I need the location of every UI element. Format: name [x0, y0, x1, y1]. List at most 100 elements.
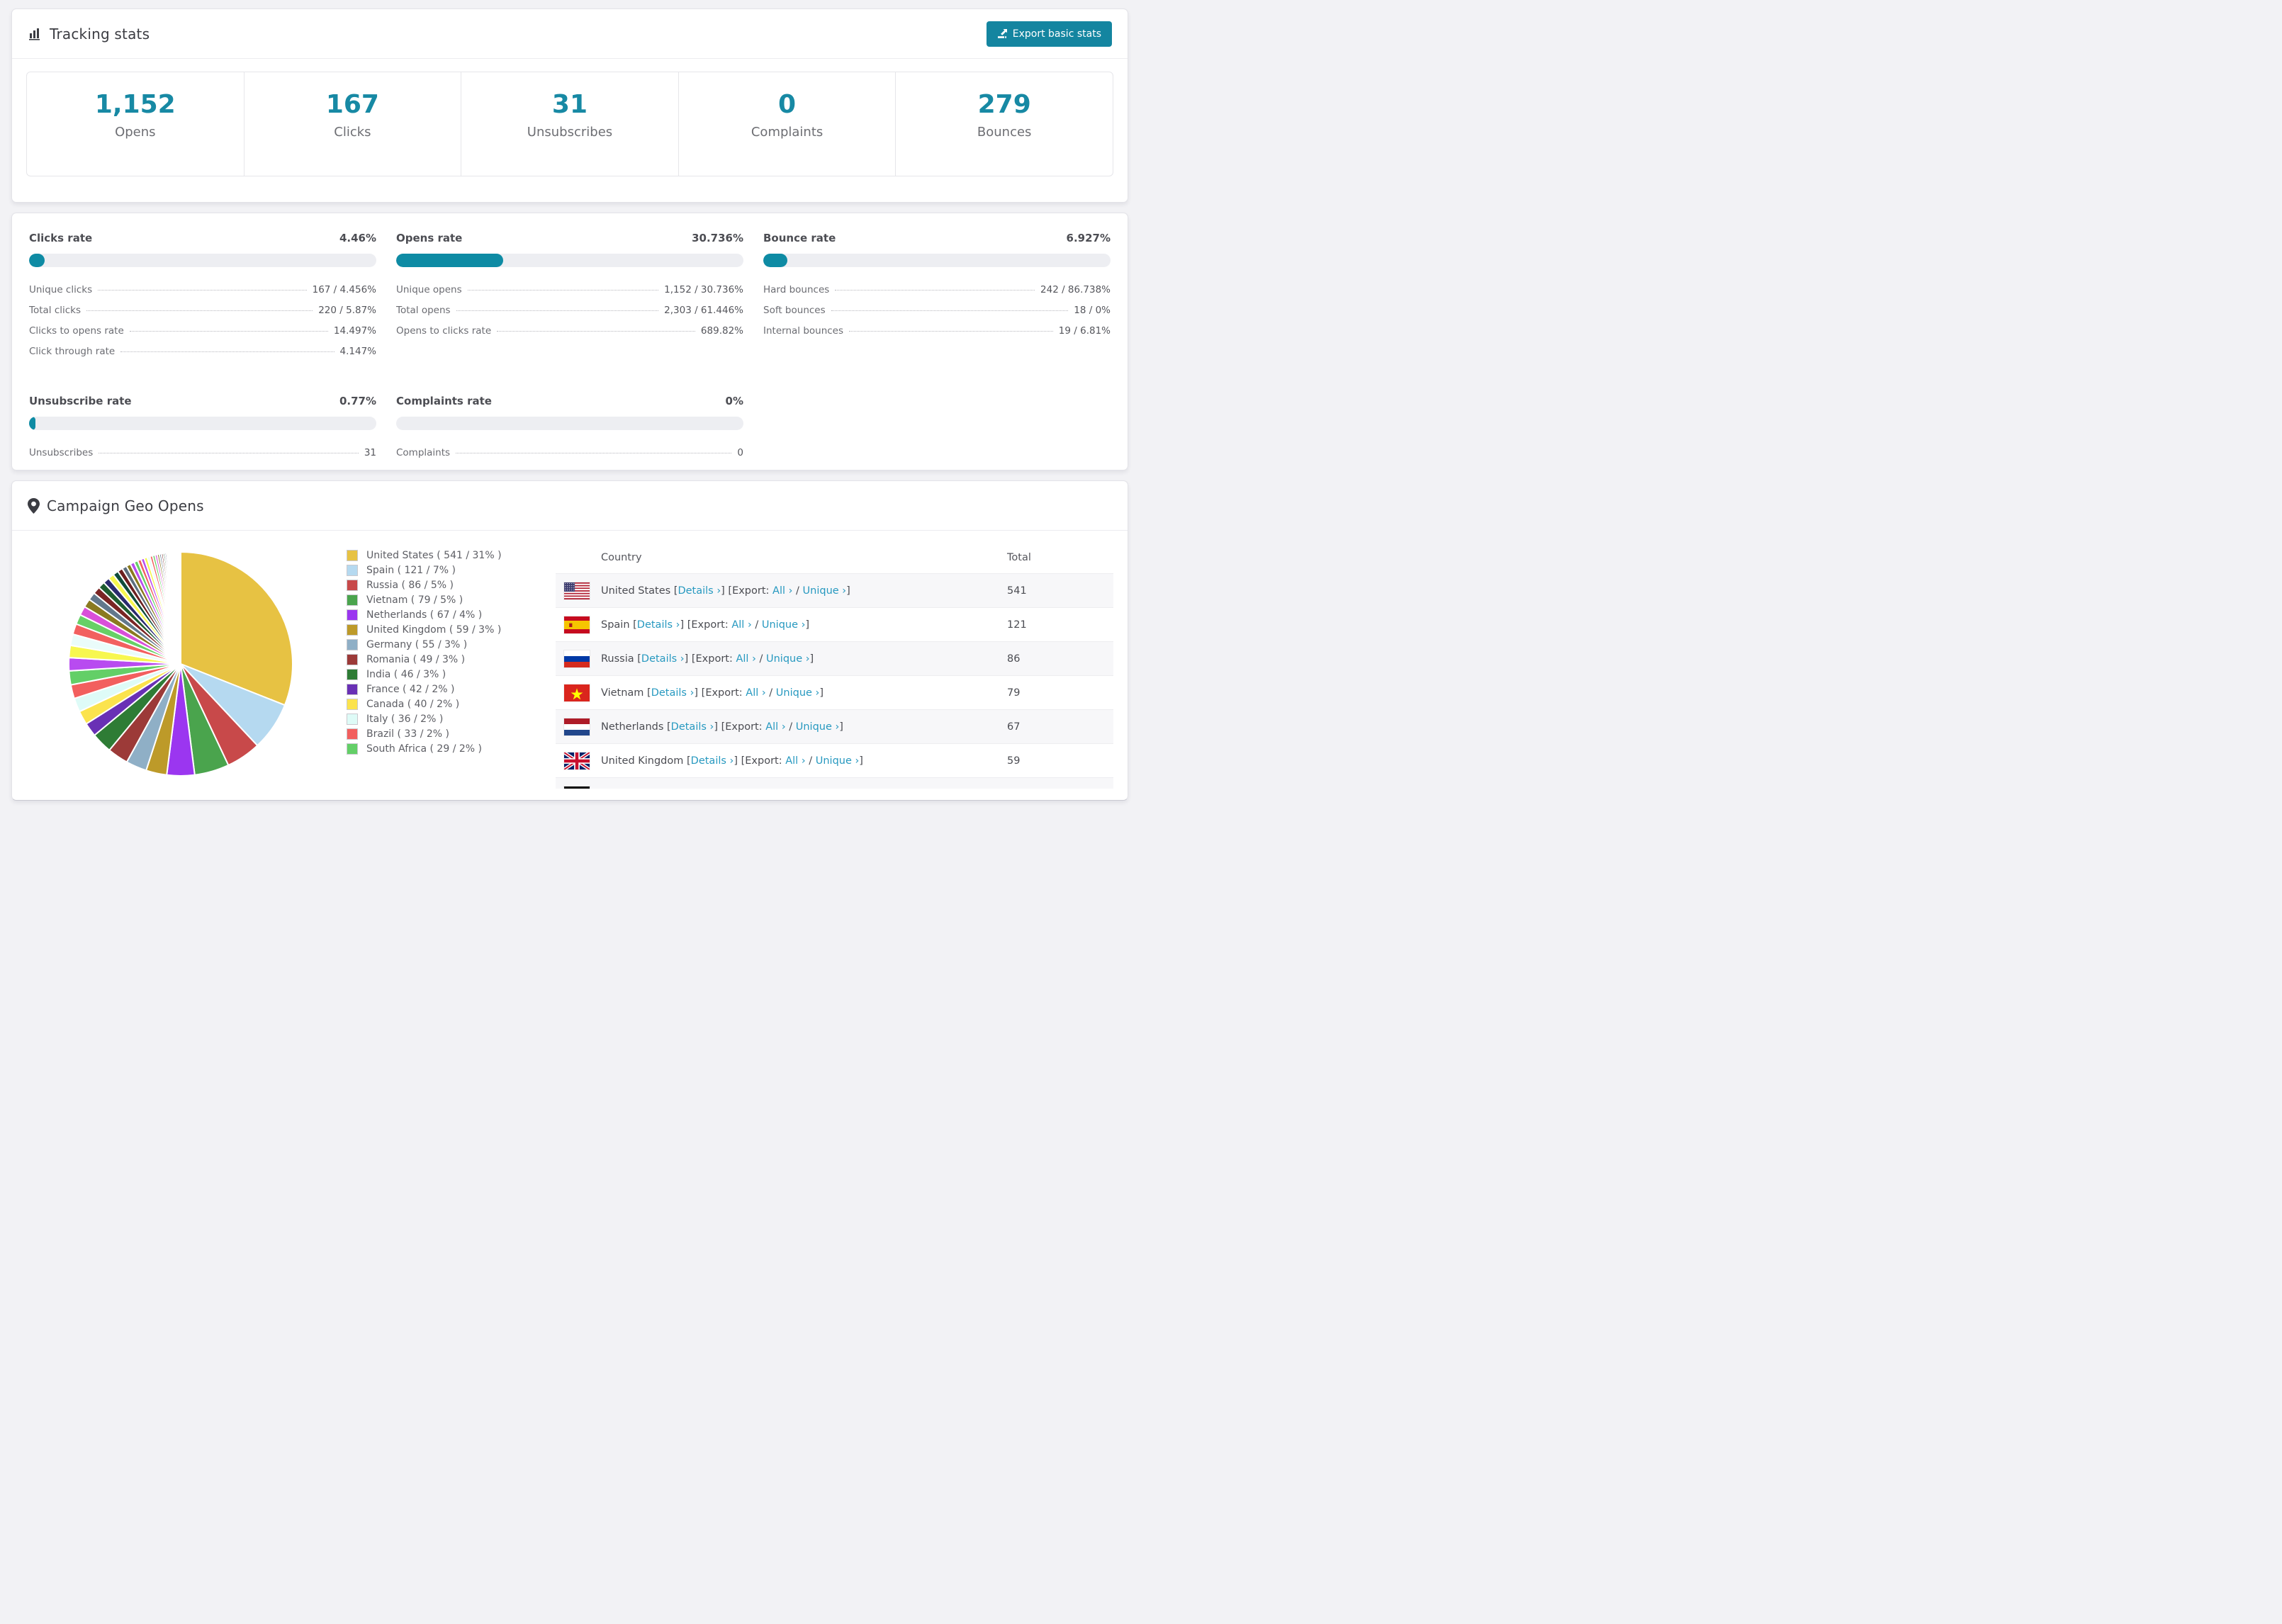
- dotted-leader: [831, 310, 1069, 311]
- legend-swatch: [347, 609, 358, 621]
- tracking-stats-header: Tracking stats Export basic stats: [12, 9, 1128, 59]
- legend-item-france: France ( 42 / 2% ): [347, 682, 527, 697]
- geo-opens-pie-chart: [68, 551, 293, 777]
- dotted-leader: [129, 331, 328, 332]
- summary-label: Bounces: [977, 124, 1032, 140]
- rate-row: Complaints 0: [396, 447, 743, 458]
- export-all-link[interactable]: All ›: [731, 619, 751, 631]
- export-all-link[interactable]: All ›: [785, 755, 805, 767]
- total-cell: 59: [1007, 755, 1021, 767]
- rate-title: Complaints rate: [396, 395, 492, 407]
- export-basic-stats-button[interactable]: Export basic stats: [986, 21, 1112, 47]
- legend-item-vietnam: Vietnam ( 79 / 5% ): [347, 592, 527, 607]
- legend-label: Germany ( 55 / 3% ): [366, 638, 468, 650]
- rate-block-bounce-rate: Bounce rate 6.927% Hard bounces 242 / 86…: [763, 232, 1111, 366]
- legend-label: India ( 46 / 3% ): [366, 668, 446, 680]
- details-link[interactable]: Details ›: [651, 687, 695, 699]
- rate-value: 4.46%: [339, 232, 376, 244]
- details-link[interactable]: Details ›: [641, 653, 685, 665]
- summary-stat-unsubscribes: 31 Unsubscribes: [461, 72, 679, 176]
- rate-row: Click through rate 4.147%: [29, 346, 376, 357]
- export-all-link[interactable]: All ›: [736, 653, 755, 665]
- details-link[interactable]: Details ›: [637, 619, 680, 631]
- dotted-leader: [98, 290, 307, 291]
- legend-item-netherlands: Netherlands ( 67 / 4% ): [347, 607, 527, 622]
- export-unique-link[interactable]: Unique ›: [776, 687, 820, 699]
- export-unique-link[interactable]: Unique ›: [762, 619, 806, 631]
- rate-value: 30.736%: [692, 232, 743, 244]
- rate-block-unsubscribe-rate: Unsubscribe rate 0.77% Unsubscribes 31: [29, 395, 376, 468]
- summary-stat-clicks: 167 Clicks: [244, 72, 462, 176]
- legend-item-south-africa: South Africa ( 29 / 2% ): [347, 741, 527, 756]
- rate-row: Total clicks 220 / 5.87%: [29, 305, 376, 316]
- export-all-link[interactable]: All ›: [765, 721, 785, 733]
- rate-block-opens-rate: Opens rate 30.736% Unique opens 1,152 / …: [396, 232, 743, 366]
- legend-item-russia: Russia ( 86 / 5% ): [347, 577, 527, 592]
- details-link[interactable]: Details ›: [678, 585, 721, 597]
- legend-swatch: [347, 638, 358, 650]
- rate-value: 0%: [725, 395, 743, 407]
- campaign-geo-opens-header: Campaign Geo Opens: [12, 481, 1128, 531]
- total-column-header: Total: [1007, 552, 1031, 563]
- country-cell: United Kingdom [Details ›] [Export: All …: [601, 755, 863, 767]
- legend-swatch: [347, 549, 358, 561]
- legend-item-united-kingdom: United Kingdom ( 59 / 3% ): [347, 622, 527, 637]
- legend-label: Brazil ( 33 / 2% ): [366, 728, 449, 740]
- country-column-header: Country: [601, 552, 642, 563]
- country-cell: United States [Details ›] [Export: All ›…: [601, 585, 850, 597]
- summary-value: 0: [778, 90, 797, 119]
- rate-block-clicks-rate: Clicks rate 4.46% Unique clicks 167 / 4.…: [29, 232, 376, 366]
- details-link[interactable]: Details ›: [691, 755, 734, 767]
- rate-row: Soft bounces 18 / 0%: [763, 305, 1111, 316]
- flag-icon-us: [564, 582, 590, 599]
- legend-swatch: [347, 624, 358, 636]
- rate-title: Clicks rate: [29, 232, 93, 244]
- rate-row: Clicks to opens rate 14.497%: [29, 325, 376, 337]
- legend-label: United Kingdom ( 59 / 3% ): [366, 624, 502, 636]
- export-all-link[interactable]: All ›: [772, 585, 792, 597]
- legend-label: Italy ( 36 / 2% ): [366, 713, 444, 725]
- legend-item-romania: Romania ( 49 / 3% ): [347, 652, 527, 667]
- country-cell: Russia [Details ›] [Export: All › / Uniq…: [601, 653, 814, 665]
- legend-item-india: India ( 46 / 3% ): [347, 667, 527, 682]
- rate-row: Hard bounces 242 / 86.738%: [763, 284, 1111, 295]
- export-unique-link[interactable]: Unique ›: [816, 755, 860, 767]
- export-all-link[interactable]: All ›: [746, 687, 765, 699]
- export-icon: [997, 28, 1008, 39]
- tracking-stats-title: Tracking stats: [50, 25, 150, 43]
- geo-opens-table: Country Total United States [Details ›] …: [556, 542, 1113, 789]
- export-unique-link[interactable]: Unique ›: [803, 585, 847, 597]
- flag-icon-ru: [564, 650, 590, 667]
- rate-row: Unsubscribes 31: [29, 447, 376, 458]
- details-link[interactable]: Details ›: [671, 721, 714, 733]
- geo-table-row-de: Germany [Details ›] [Export: All › / Uni…: [556, 777, 1113, 789]
- flag-icon-vn: [564, 684, 590, 701]
- rate-title: Opens rate: [396, 232, 463, 244]
- summary-stat-bounces: 279 Bounces: [896, 72, 1113, 176]
- total-cell: 67: [1007, 721, 1021, 733]
- legend-label: France ( 42 / 2% ): [366, 683, 455, 695]
- rate-row: Unique opens 1,152 / 30.736%: [396, 284, 743, 295]
- rate-row: Unique clicks 167 / 4.456%: [29, 284, 376, 295]
- flag-icon-nl: [564, 718, 590, 735]
- progress-bar: [29, 417, 376, 430]
- legend-label: Netherlands ( 67 / 4% ): [366, 609, 483, 621]
- rates-card: Clicks rate 4.46% Unique clicks 167 / 4.…: [11, 213, 1128, 470]
- summary-stat-opens: 1,152 Opens: [27, 72, 244, 176]
- geo-table-row-nl: Netherlands [Details ›] [Export: All › /…: [556, 709, 1113, 743]
- dotted-leader: [86, 310, 313, 311]
- legend-label: South Africa ( 29 / 2% ): [366, 743, 482, 755]
- export-unique-link[interactable]: Unique ›: [796, 721, 840, 733]
- total-cell: 541: [1007, 585, 1027, 597]
- summary-value: 1,152: [94, 90, 176, 119]
- legend-swatch: [347, 594, 358, 606]
- progress-bar: [29, 254, 376, 267]
- legend-swatch: [347, 728, 358, 740]
- legend-item-united-states: United States ( 541 / 31% ): [347, 548, 527, 563]
- summary-stat-complaints: 0 Complaints: [679, 72, 896, 176]
- pie-slice: [179, 551, 181, 665]
- legend-item-germany: Germany ( 55 / 3% ): [347, 637, 527, 652]
- export-unique-link[interactable]: Unique ›: [766, 653, 810, 665]
- campaign-geo-opens-title: Campaign Geo Opens: [47, 497, 204, 514]
- flag-icon-de: [564, 786, 590, 789]
